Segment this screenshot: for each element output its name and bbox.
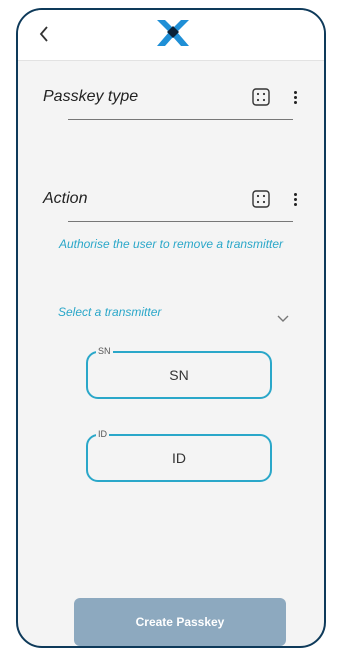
chevron-left-icon	[39, 26, 48, 42]
keypad-icon[interactable]	[251, 189, 271, 209]
action-hint: Authorise the user to remove a transmitt…	[58, 237, 284, 251]
sn-input[interactable]	[88, 353, 270, 397]
create-passkey-button[interactable]: Create Passkey	[74, 598, 286, 646]
passkey-type-underline	[68, 119, 293, 120]
app-bar	[18, 10, 324, 61]
id-field[interactable]: ID	[86, 428, 272, 482]
action-underline	[68, 221, 293, 222]
more-vertical-icon[interactable]	[291, 189, 299, 209]
select-transmitter[interactable]: Select a transmitter	[58, 305, 161, 319]
chevron-down-icon[interactable]	[276, 313, 290, 323]
back-button[interactable]	[32, 20, 56, 48]
phone-frame: Passkey type Action Authorise the user t…	[16, 8, 326, 648]
sn-field[interactable]: SN	[86, 345, 272, 399]
keypad-icon[interactable]	[251, 87, 271, 107]
app-logo-icon	[157, 20, 189, 46]
passkey-type-label: Passkey type	[43, 88, 139, 105]
id-input[interactable]	[88, 436, 270, 480]
passkey-type-row[interactable]: Passkey type	[43, 80, 297, 120]
more-vertical-icon[interactable]	[291, 87, 299, 107]
action-label: Action	[43, 190, 88, 207]
action-row[interactable]: Action	[43, 182, 297, 222]
